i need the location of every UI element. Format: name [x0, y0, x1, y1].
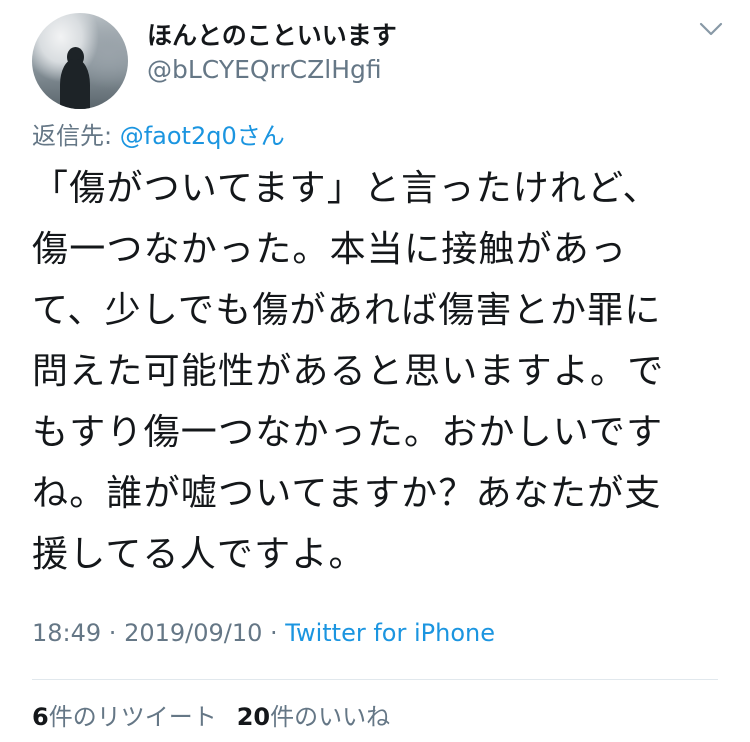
retweets-count: 6 [32, 703, 49, 731]
tweet-text-line: もすり傷一つなかった。おかしいです [32, 412, 664, 453]
tweet-text-line: 「傷がついてます」と言ったけれど、 [32, 168, 660, 209]
retweets-stat[interactable]: 6件のリツイート [32, 703, 217, 731]
divider [32, 679, 718, 680]
reply-to-suffix[interactable]: さん [237, 122, 285, 150]
avatar[interactable] [32, 13, 128, 109]
retweets-label: 件のリツイート [48, 703, 217, 731]
chevron-down-icon[interactable] [696, 18, 726, 40]
reply-to-mention[interactable]: @faot2q0 [120, 122, 237, 150]
tweet-time: 18:49 [32, 619, 102, 647]
tweet-text-line: ね。誰が嘘ついてますか？あなたが支 [32, 473, 662, 514]
tweet-text: 「傷がついてます」と言ったけれど、 傷一つなかった。本当に接触があっ て、少しで… [32, 158, 732, 585]
tweet-stats: 6件のリツイート 20件のいいね [32, 697, 390, 732]
tweet-source-link[interactable]: Twitter for iPhone [285, 619, 495, 647]
tweet-text-line: 問えた可能性があると思いますよ。で [32, 351, 665, 392]
tweet-text-line: 傷一つなかった。本当に接触があっ [32, 229, 628, 270]
meta-separator: · [101, 619, 125, 647]
likes-stat[interactable]: 20件のいいね [237, 703, 390, 731]
tweet-date: 2019/09/10 [124, 619, 263, 647]
tweet-text-line: 援してる人ですよ。 [32, 534, 366, 575]
reply-to-prefix: 返信先: [32, 122, 120, 150]
author-display-name[interactable]: ほんとのこといいます [147, 16, 397, 52]
tweet-text-line: て、少しでも傷があれば傷害とか罪に [32, 290, 662, 331]
avatar-figure-body [60, 59, 90, 109]
meta-separator: · [262, 619, 286, 647]
tweet-meta: 18:49 · 2019/09/10 · Twitter for iPhone [32, 619, 495, 647]
likes-count: 20 [236, 703, 271, 731]
reply-to-line: 返信先: @faot2q0さん [32, 116, 285, 151]
author-handle[interactable]: @bLCYEQrrCZlHgfi [147, 55, 382, 84]
likes-label: 件のいいね [270, 703, 391, 731]
